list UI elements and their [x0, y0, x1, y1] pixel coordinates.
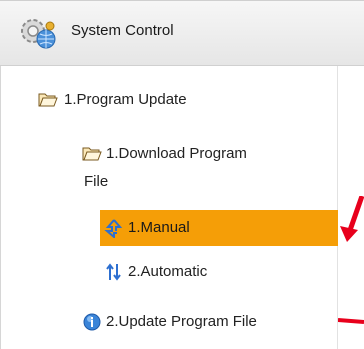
annotation-arrow [340, 196, 364, 242]
tree-item-update-program-file[interactable]: 2.Update Program File [0, 304, 338, 340]
folder-open-icon [38, 93, 58, 107]
tree-item-label: 1.Manual [128, 219, 190, 236]
tree-item-manual[interactable]: 1.Manual [100, 210, 338, 246]
tree-item-label: 1.Program Update [64, 91, 187, 108]
system-control-header[interactable]: System Control [0, 0, 364, 66]
tree-item-label-continued: File [84, 173, 109, 190]
tree-item-label: 2.Update Program File [106, 313, 257, 330]
tree-item-label: 2.Automatic [128, 263, 208, 280]
annotation-arrow [338, 318, 364, 324]
gear-globe-icon [21, 19, 56, 49]
header-title: System Control [71, 22, 174, 39]
sync-arrows-icon [104, 219, 123, 238]
up-down-arrows-icon [106, 263, 121, 281]
tree-item-label: 1.Download Program [106, 145, 247, 162]
info-globe-icon [83, 313, 101, 331]
tree-item-automatic[interactable]: 2.Automatic [0, 254, 338, 290]
folder-open-icon [82, 147, 102, 161]
system-control-panel: System Control 1.Program Update 1.Downlo… [0, 0, 364, 349]
tree-item-program-update[interactable]: 1.Program Update [0, 82, 338, 118]
tree-item-download-program-file[interactable]: 1.Download Program File [0, 136, 338, 196]
